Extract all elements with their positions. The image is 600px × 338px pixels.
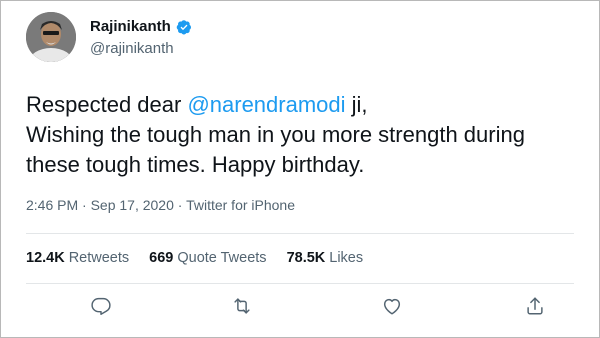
retweets-label: Retweets [68,250,130,266]
tweet-line-1: Respected dear @narendramodi ji, [26,90,586,120]
author-display-name[interactable]: Rajinikanth [90,18,171,35]
action-bar [1,291,600,321]
author-handle[interactable]: @rajinikanth [90,40,174,57]
share-button[interactable] [524,295,546,317]
reply-button[interactable] [90,295,112,317]
author-row: Rajinikanth [90,18,192,35]
tweet-meta[interactable]: 2:46 PM · Sep 17, 2020 · Twitter for iPh… [26,197,295,213]
likes-stat[interactable]: 78.5K Likes [287,250,364,266]
tweet-line-3: these tough times. Happy birthday. [26,152,365,177]
quote-tweets-count: 669 [149,250,174,266]
tweet-line-2: Wishing the tough man in you more streng… [26,122,525,147]
like-button[interactable] [381,295,403,317]
verified-badge-icon [176,19,192,35]
mention-link[interactable]: @narendramodi [187,92,345,117]
tweet-line-1-prefix: Respected dear [26,92,188,117]
divider [26,233,574,234]
quote-tweets-stat[interactable]: 669 Quote Tweets [149,250,266,266]
engagement-stats: 12.4K Retweets 669 Quote Tweets 78.5K Likes [26,250,363,266]
avatar-photo [26,12,76,62]
retweets-stat[interactable]: 12.4K Retweets [26,250,129,266]
share-icon [527,297,543,315]
likes-count: 78.5K [286,250,326,266]
tweet-line-1-suffix: ji, [345,92,368,117]
like-icon [383,298,401,315]
retweet-icon [234,298,250,314]
avatar[interactable] [26,12,76,62]
retweets-count: 12.4K [26,250,65,266]
likes-label: Likes [329,250,364,266]
tweet-card: Rajinikanth @rajinikanth Respected dear … [0,0,600,338]
divider [26,283,574,284]
reply-icon [91,297,111,315]
tweet-text: Respected dear @narendramodi ji, Wishing… [26,90,586,180]
quote-tweets-label: Quote Tweets [177,250,267,266]
retweet-button[interactable] [231,295,253,317]
